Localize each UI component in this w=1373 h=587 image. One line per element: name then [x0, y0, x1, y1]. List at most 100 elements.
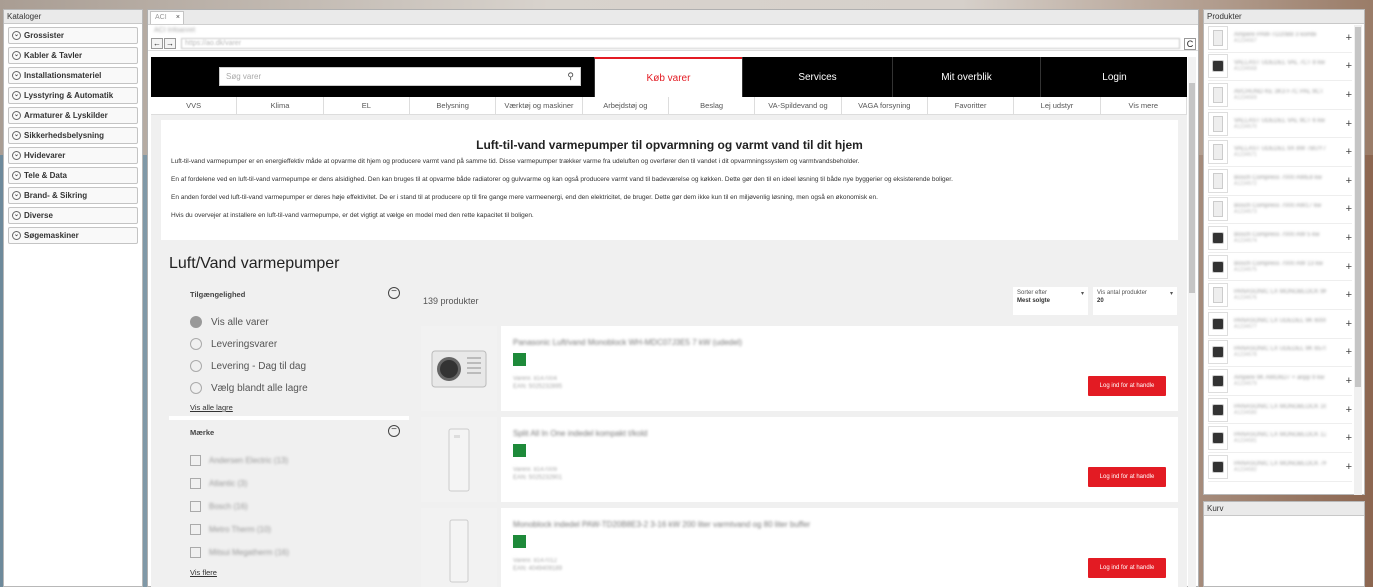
product-list-item[interactable]: PANASONIC LX MONOBLOCK 7K A1234582 + — [1208, 453, 1352, 482]
subnav-item[interactable]: VA-Spildevand og — [755, 97, 842, 114]
radio-all-stores[interactable]: Vælg blandt alle lagre — [190, 377, 409, 399]
back-button[interactable]: ← — [151, 38, 163, 49]
brand-checkbox[interactable]: Metro Therm (10) — [190, 518, 409, 541]
subnav-item[interactable]: VVS — [151, 97, 238, 114]
products-scrollbar[interactable] — [1354, 25, 1362, 495]
product-list-item[interactable]: Bosch Compress 7000 AW 5 kw A1234574 + — [1208, 224, 1352, 253]
subnav-item[interactable]: Arbejdstøj og — [583, 97, 669, 114]
catalog-item[interactable]: ⌄ Diverse — [8, 207, 138, 224]
catalog-item[interactable]: ⌄ Tele & Data — [8, 167, 138, 184]
add-icon[interactable]: + — [1346, 346, 1352, 358]
subnav-item[interactable]: Vis mere — [1101, 97, 1187, 114]
add-icon[interactable]: + — [1346, 232, 1352, 244]
catalog-item[interactable]: ⌄ Grossister — [8, 27, 138, 44]
subnav-item[interactable]: VAGA forsyning — [842, 97, 928, 114]
forward-button[interactable]: → — [164, 38, 176, 49]
product-sub: A1234573 — [1234, 209, 1257, 216]
product-list-item[interactable]: VALLAST UDEDEL VAL 7CT 8 kw A1234568 + — [1208, 53, 1352, 82]
page-scrollbar[interactable] — [1188, 57, 1196, 587]
checkbox-icon — [190, 547, 201, 558]
search-icon[interactable]: ⚲ — [567, 68, 574, 85]
add-icon[interactable]: + — [1346, 318, 1352, 330]
brand-checkbox[interactable]: Atlantic (3) — [190, 472, 409, 495]
subnav-item[interactable]: Klima — [237, 97, 324, 114]
add-icon[interactable]: + — [1346, 175, 1352, 187]
tab-login[interactable]: Login — [1040, 57, 1187, 97]
add-icon[interactable]: + — [1346, 375, 1352, 387]
radio-delivery-items[interactable]: Leveringsvarer — [190, 333, 409, 355]
catalog-item[interactable]: ⌄ Brand- & Sikring — [8, 187, 138, 204]
product-list-item[interactable]: VALLAST UDEDEL VAL 9CT 6 kw A1234570 + — [1208, 110, 1352, 139]
product-list-item[interactable]: PANASONIC LX MONOBLOCK 16K A1234580 + — [1208, 396, 1352, 425]
subnav-item[interactable]: Værktøj og maskiner — [496, 97, 583, 114]
product-image[interactable] — [421, 508, 501, 587]
subnav-item[interactable]: EL — [324, 97, 410, 114]
product-list-item[interactable]: Ampere 9K AWD6D7 + anpp 9 kw A1234579 + — [1208, 367, 1352, 396]
catalog-item[interactable]: ⌄ Sikkerhedsbelysning — [8, 127, 138, 144]
brand-checkbox[interactable]: Bosch (16) — [190, 495, 409, 518]
catalog-item[interactable]: ⌄ Lysstyring & Automatik — [8, 87, 138, 104]
browser-tab[interactable]: ACI × — [150, 11, 184, 24]
subnav-item[interactable]: Belysning — [410, 97, 497, 114]
add-icon[interactable]: + — [1346, 60, 1352, 72]
product-list-item[interactable]: PANASONIC LX UDEDEL 9K 6570 A1234578 + — [1208, 339, 1352, 368]
login-to-buy-button[interactable]: Log ind for at handle — [1088, 558, 1166, 578]
brand-list: Andersen Electric (13) Atlantic (3) Bosch … — [190, 449, 409, 564]
product-title[interactable]: Split All In One indedel kompakt t/kold — [513, 429, 1166, 438]
add-icon[interactable]: + — [1346, 203, 1352, 215]
add-icon[interactable]: + — [1346, 289, 1352, 301]
product-title[interactable]: Panasonic Luft/vand Monoblock WH-MDC07J3… — [513, 338, 1166, 347]
subnav-item[interactable]: Favoritter — [928, 97, 1015, 114]
tab-close-icon[interactable]: × — [176, 12, 180, 24]
catalog-item[interactable]: ⌄ Søgemaskiner — [8, 227, 138, 244]
catalog-item[interactable]: ⌄ Kabler & Tavler — [8, 47, 138, 64]
add-icon[interactable]: + — [1346, 261, 1352, 273]
per-page-dropdown[interactable]: Vis antal produkter ▾ 20 — [1093, 287, 1177, 315]
refresh-button[interactable]: C — [1184, 37, 1196, 50]
product-title[interactable]: Monoblock indedel PAW-TD20B8E3-2 3-16 kW… — [513, 520, 1166, 529]
product-list-item[interactable]: Ampere PAW-TD20B8 3 kombi A1234567 + — [1208, 24, 1352, 53]
tab-services[interactable]: Services — [742, 57, 892, 97]
subnav-item[interactable]: Lej udstyr — [1014, 97, 1101, 114]
show-more-link[interactable]: Vis flere — [190, 568, 409, 587]
collapse-icon[interactable]: − — [388, 425, 400, 437]
add-icon[interactable]: + — [1346, 404, 1352, 416]
add-icon[interactable]: + — [1346, 32, 1352, 44]
radio-next-day[interactable]: Levering - Dag til dag — [190, 355, 409, 377]
url-field[interactable]: https://ao.dk/varer — [181, 38, 1180, 49]
login-to-buy-button[interactable]: Log ind for at handle — [1088, 376, 1166, 396]
indoor-unit-image — [448, 428, 470, 491]
subnav-item[interactable]: Beslag — [669, 97, 756, 114]
search-input[interactable]: Søg varer ⚲ — [219, 67, 581, 86]
add-icon[interactable]: + — [1346, 118, 1352, 130]
add-icon[interactable]: + — [1346, 461, 1352, 473]
product-image[interactable] — [421, 326, 501, 411]
add-icon[interactable]: + — [1346, 89, 1352, 101]
product-list-item[interactable]: Bosch Compress 7000 AW17 kw A1234573 + — [1208, 196, 1352, 225]
product-list-item[interactable]: PANASONIC LX MONOBLOCK 9K A1234576 + — [1208, 281, 1352, 310]
catalog-item[interactable]: ⌄ Armaturer & Lyskilder — [8, 107, 138, 124]
product-list-item[interactable]: VALLAST UDEDEL 9X 8W 7BUY7 A1234571 + — [1208, 138, 1352, 167]
collapse-icon[interactable]: − — [388, 287, 400, 299]
product-list-item[interactable]: AVCHUND KE 3K3 F7C PAL 9CT A1234569 + — [1208, 81, 1352, 110]
scrollbar-thumb[interactable] — [1355, 27, 1361, 387]
product-image[interactable] — [421, 417, 501, 502]
product-list-item[interactable]: Bosch Compress 7000 AW 13 kw A1234575 + — [1208, 253, 1352, 282]
product-list-item[interactable]: PANASONIC LX MONOBLOCK 12K A1234581 + — [1208, 424, 1352, 453]
scrollbar-thumb[interactable] — [1189, 83, 1195, 293]
add-icon[interactable]: + — [1346, 432, 1352, 444]
sort-dropdown[interactable]: Sorter efter ▾ Mest solgte — [1013, 287, 1088, 315]
catalog-item[interactable]: ⌄ Installationsmateriel — [8, 67, 138, 84]
brand-checkbox[interactable]: Mitsui Megatherm (16) — [190, 541, 409, 564]
add-icon[interactable]: + — [1346, 146, 1352, 158]
catalog-item[interactable]: ⌄ Hvidevarer — [8, 147, 138, 164]
login-to-buy-button[interactable]: Log ind for at handle — [1088, 467, 1166, 487]
product-list-item[interactable]: PANASONIC LX UDEDEL 9K 6000 A1234577 + — [1208, 310, 1352, 339]
radio-all-items[interactable]: Vis alle varer — [190, 311, 409, 333]
chevron-down-icon: ⌄ — [12, 191, 21, 200]
tab-kob-varer[interactable]: Køb varer — [594, 57, 742, 97]
product-list-item[interactable]: Bosch Compress 7000 AWE8 kw A1234572 + — [1208, 167, 1352, 196]
tab-mit-overblik[interactable]: Mit overblik — [892, 57, 1040, 97]
product-info: VALLAST UDEDEL VAL 9CT 6 kw A1234570 — [1234, 118, 1343, 130]
brand-checkbox[interactable]: Andersen Electric (13) — [190, 449, 409, 472]
